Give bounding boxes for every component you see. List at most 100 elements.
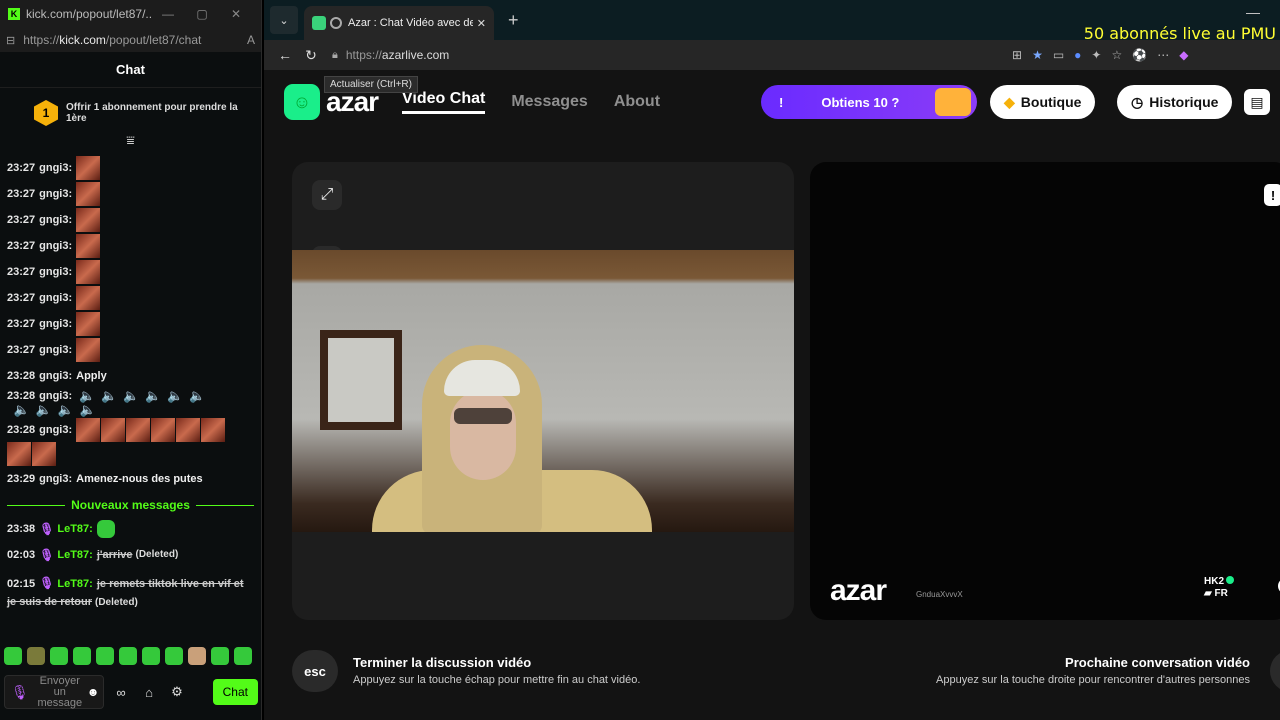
self-video-panel: ⤢ ✧ ☺ (292, 162, 794, 620)
chat-input[interactable]: 🎙 Envoyer un message ☻ (4, 675, 104, 709)
kick-url[interactable]: https://kick.com/popout/let87/chat (23, 33, 247, 47)
more-menu-icon[interactable]: ⋯ (1157, 48, 1169, 62)
emote-button[interactable] (142, 647, 160, 665)
extensions-icon[interactable]: ✦ (1091, 48, 1101, 62)
maximize-icon[interactable]: ▢ (185, 7, 219, 21)
emote-icon (76, 156, 101, 180)
sound-emote-icon: 🔈 (167, 388, 184, 403)
azar-page: ☺ azar Video Chat Messages About ! Obtie… (264, 70, 1280, 720)
emote-icon (101, 418, 126, 442)
flag-icon: ▰ (1204, 588, 1212, 599)
next-chat-hint: Appuyez sur la touche droite pour rencon… (936, 674, 1250, 686)
tab-list-icon[interactable]: ⌄ (270, 6, 298, 34)
emote-icon (176, 418, 201, 442)
emote-button[interactable] (96, 647, 114, 665)
tab-title: Azar : Chat Vidéo avec de nou (348, 17, 473, 29)
copilot-icon[interactable]: ◆ (1179, 48, 1188, 62)
emote-icon (76, 182, 101, 206)
chat-message: 23:27 gngi3: (7, 337, 254, 363)
sound-emote-icon: 🔈 (145, 388, 162, 403)
emote-button[interactable] (50, 647, 68, 665)
emote-button[interactable] (119, 647, 137, 665)
historique-button[interactable]: ◷ Historique (1117, 85, 1233, 119)
mic-badge-icon: 🎙 (39, 522, 55, 536)
tab-azar[interactable]: Azar : Chat Vidéo avec de nou ✕ (304, 6, 494, 40)
kick-url-bar[interactable]: ⊟ https://kick.com/popout/let87/chat A (0, 28, 261, 52)
browser-window: ⌄ Azar : Chat Vidéo avec de nou ✕ + — 50… (264, 0, 1280, 720)
next-key-badge[interactable] (1270, 650, 1280, 692)
recording-icon (330, 17, 342, 29)
minimize-icon[interactable]: — (1246, 4, 1260, 20)
emote-button[interactable] (211, 647, 229, 665)
partner-username: GnduaXvvvX (916, 590, 963, 599)
send-chat-button[interactable]: Chat (212, 679, 258, 705)
status-dot-icon (1226, 576, 1235, 584)
back-icon[interactable]: ← (272, 47, 298, 63)
nav-messages[interactable]: Messages (511, 93, 588, 111)
nav-about[interactable]: About (614, 93, 660, 111)
url-field[interactable]: 🔒︎ https://azarlive.com (332, 43, 1052, 67)
settings-icon[interactable]: ⚙ (166, 684, 188, 700)
emote-button[interactable] (188, 647, 206, 665)
close-icon[interactable]: ✕ (219, 7, 253, 21)
boutique-button[interactable]: ◆ Boutique (990, 85, 1096, 119)
chat-message: 23:27 gngi3: (7, 155, 254, 181)
community-icon[interactable]: ∞ (110, 685, 132, 700)
favorite-star-icon[interactable]: ★ (1032, 48, 1043, 62)
lock-icon[interactable]: 🔒︎ (332, 49, 338, 62)
webcam-feed (292, 250, 794, 532)
extension-icon[interactable]: ● (1074, 48, 1081, 62)
sub-badge-icon: 1 (34, 100, 58, 126)
emote-button[interactable] (165, 647, 183, 665)
tab-close-icon[interactable]: ✕ (477, 17, 486, 30)
minimize-icon[interactable]: — (151, 7, 185, 21)
chat-message: 02:03 🎙 LeT87: j'arrive (Deleted) (7, 548, 179, 562)
clock-icon: ◷ (1131, 93, 1144, 110)
emote-button[interactable] (4, 647, 22, 665)
kick-logo-icon: K (8, 8, 20, 20)
profile-icon[interactable]: ⚽ (1132, 48, 1147, 62)
emoji-icon[interactable]: ☻ (87, 685, 100, 699)
sound-emote-icon: 🔈 (123, 388, 140, 403)
azar-logo-icon[interactable]: ☺ (284, 84, 320, 120)
chat-input-row: 🎙 Envoyer un message ☻ ∞ ⌂ ⚙ Chat (4, 674, 258, 710)
emote-icon (7, 442, 31, 466)
pinned-toggle-icon[interactable]: ⩸ (0, 130, 261, 155)
emote-icon (96, 520, 115, 538)
chat-message: 02:15 🎙 LeT87: je remets tiktok live en vif… (7, 576, 244, 608)
chat-message: 23:28 gngi3: 🔈 🔈 🔈 🔈 🔈 🔈 🔈 🔈 🔈 🔈 (7, 389, 254, 418)
inbox-icon[interactable]: ▤ (1244, 89, 1270, 115)
emote-button[interactable] (27, 647, 45, 665)
emote-quick-bar (4, 647, 252, 665)
esc-key-badge[interactable]: esc (292, 650, 338, 692)
read-aloud-icon[interactable]: A (247, 33, 255, 47)
emote-icon (76, 286, 101, 310)
emote-icon (151, 418, 176, 442)
reload-icon[interactable]: ↻ (298, 47, 324, 64)
mic-badge-icon: 🎙 (39, 576, 55, 590)
kick-chat-window: K kick.com/popout/let87/... — ▢ ✕ ⊟ http… (0, 0, 262, 720)
emote-icon (126, 418, 151, 442)
emote-icon (32, 442, 56, 466)
favorites-icon[interactable]: ☆ (1111, 48, 1122, 62)
emote-button[interactable] (234, 647, 252, 665)
nav-video-chat[interactable]: Video Chat (402, 90, 486, 114)
report-icon[interactable]: ! (1264, 184, 1280, 206)
emote-button[interactable] (73, 647, 91, 665)
chat-message: 23:27 gngi3: (7, 311, 254, 337)
gift-sub-banner[interactable]: 1 Offrir 1 abonnement pour prendre la 1è… (0, 88, 261, 130)
chat-message: 23:29 gngi3: Amenez-nous des putes (7, 473, 203, 485)
new-messages-divider: Nouveaux messages (7, 498, 255, 512)
reload-tooltip: Actualiser (Ctrl+R) (324, 76, 418, 93)
chat-input-placeholder: Envoyer un message (37, 674, 83, 709)
store-icon[interactable]: ⌂ (138, 685, 160, 700)
fullscreen-icon[interactable]: ⤢ (312, 180, 342, 210)
sound-emote-icon: 🔈 (13, 402, 31, 417)
camera-icon[interactable]: ▭ (1053, 48, 1064, 62)
address-bar-actions: ⊞ ★ ▭ ● ✦ ☆ ⚽ ⋯ ◆ (1012, 48, 1188, 62)
promo-button[interactable]: ! Obtiens 10 ? (761, 85, 977, 119)
site-info-icon[interactable]: ⊟ (6, 34, 15, 47)
new-tab-icon[interactable]: + (508, 10, 519, 31)
azar-watermark: azar (830, 574, 887, 607)
app-install-icon[interactable]: ⊞ (1012, 48, 1022, 62)
